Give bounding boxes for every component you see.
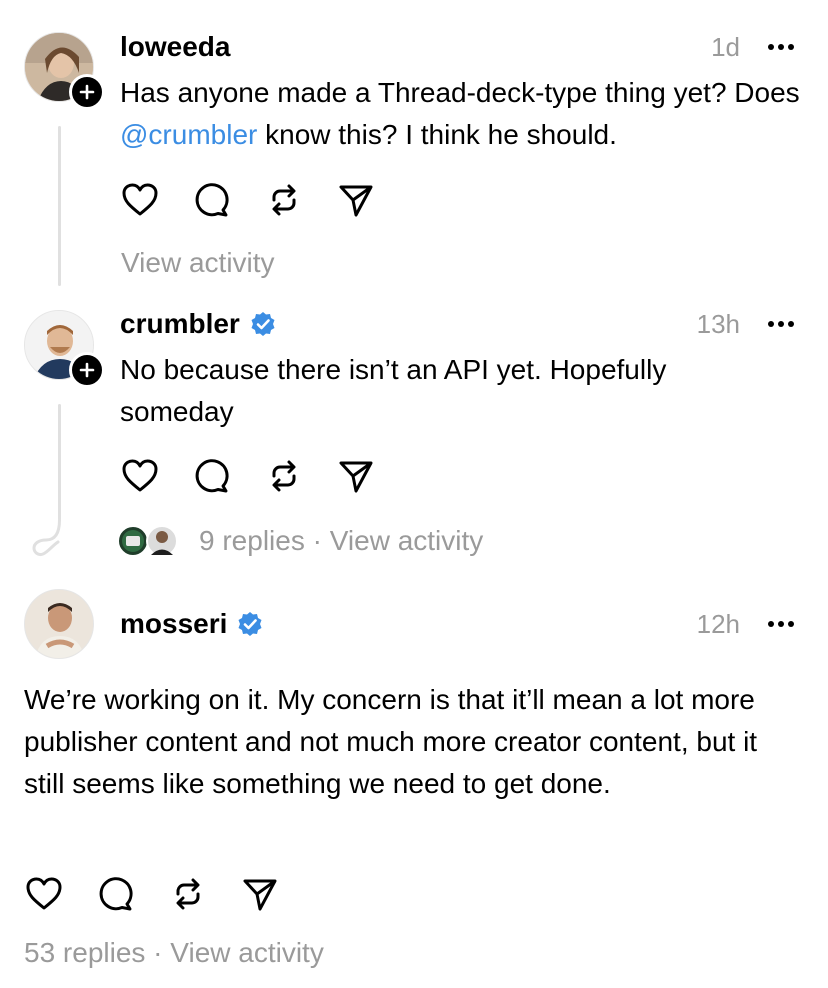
repost-icon[interactable]	[264, 180, 336, 220]
post-text-part: know this? I think he should.	[257, 119, 617, 150]
action-bar	[24, 874, 312, 914]
reply-avatars	[117, 525, 178, 557]
avatar-photo	[25, 590, 93, 658]
timestamp: 1d	[711, 32, 740, 62]
post-text: No because there isn’t an API yet. Hopef…	[120, 354, 667, 427]
comment-icon[interactable]	[192, 180, 264, 220]
post-text: We’re working on it. My concern is that …	[24, 684, 758, 799]
more-icon[interactable]	[768, 621, 794, 627]
more-icon[interactable]	[768, 321, 794, 327]
replies-link[interactable]: 53 replies	[24, 937, 145, 968]
thread-curl-icon	[32, 518, 61, 556]
reply-meta: 9 replies · View activity	[199, 525, 483, 557]
username[interactable]: mosseri	[120, 608, 263, 640]
meta-separator: ·	[304, 525, 330, 556]
reply-avatar-stack	[117, 524, 180, 558]
send-icon[interactable]	[336, 180, 408, 220]
timestamp: 12h	[696, 609, 740, 639]
heart-icon[interactable]	[120, 456, 192, 496]
timestamp: 13h	[696, 309, 740, 339]
view-activity-link[interactable]: View activity	[330, 525, 484, 556]
verified-badge-icon	[251, 312, 275, 336]
thread-line	[58, 126, 61, 286]
avatar[interactable]	[24, 589, 94, 659]
follow-plus-icon[interactable]	[69, 352, 105, 388]
username-text[interactable]: loweeda	[120, 31, 230, 63]
replies-link[interactable]: 9 replies	[199, 525, 305, 556]
post-text: Has anyone made a Thread-deck-type thing…	[120, 72, 810, 156]
send-icon[interactable]	[240, 874, 312, 914]
action-bar	[120, 180, 408, 220]
comment-icon[interactable]	[96, 874, 168, 914]
thread-line	[58, 404, 61, 520]
view-activity-link[interactable]: View activity	[170, 937, 324, 968]
meta-separator: ·	[145, 937, 171, 968]
repost-icon[interactable]	[168, 874, 240, 914]
verified-badge-icon	[238, 612, 262, 636]
send-icon[interactable]	[336, 456, 408, 496]
repost-icon[interactable]	[264, 456, 336, 496]
heart-icon[interactable]	[24, 874, 96, 914]
mention-link[interactable]: @crumbler	[120, 119, 257, 150]
follow-plus-icon[interactable]	[69, 74, 105, 110]
heart-icon[interactable]	[120, 180, 192, 220]
username-text[interactable]: mosseri	[120, 608, 227, 640]
reply-meta: 53 replies · View activity	[24, 937, 324, 969]
action-bar	[120, 456, 408, 496]
post-text-part: Has anyone made a Thread-deck-type thing…	[120, 77, 800, 108]
more-icon[interactable]	[768, 44, 794, 50]
username[interactable]: loweeda	[120, 31, 230, 63]
comment-icon[interactable]	[192, 456, 264, 496]
username[interactable]: crumbler	[120, 308, 276, 340]
view-activity-link[interactable]: View activity	[121, 247, 275, 279]
username-text[interactable]: crumbler	[120, 308, 240, 340]
